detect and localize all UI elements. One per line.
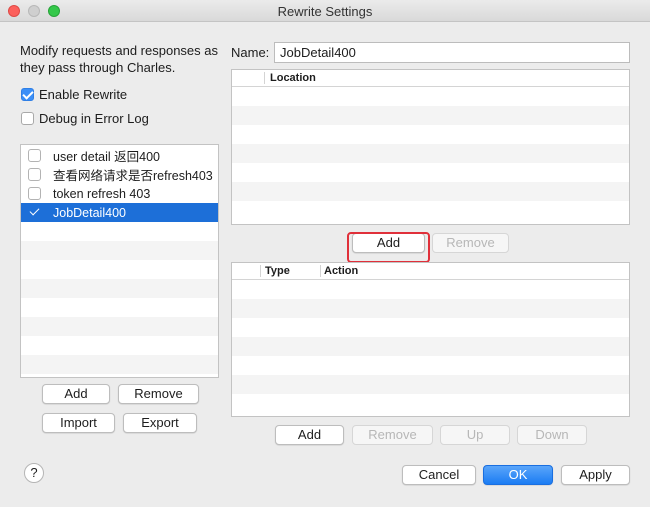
debug-log-option[interactable]: Debug in Error Log — [21, 111, 149, 126]
debug-log-label: Debug in Error Log — [39, 111, 149, 126]
rule-checkbox[interactable] — [28, 149, 41, 162]
list-item[interactable]: user detail 返回400 — [21, 146, 218, 165]
list-empty-row — [21, 222, 218, 241]
locations-table-header: Location — [232, 70, 629, 87]
import-button[interactable]: Import — [42, 413, 115, 433]
rule-checkbox[interactable] — [28, 187, 41, 200]
rule-label: user detail 返回400 — [53, 150, 161, 164]
list-item[interactable]: token refresh 403 — [21, 184, 218, 203]
rule-label: JobDetail400 — [53, 205, 126, 220]
description-text: Modify requests and responses as they pa… — [20, 43, 218, 75]
list-empty-row — [21, 355, 218, 374]
rule-checkbox[interactable] — [28, 206, 41, 219]
list-item[interactable]: 查看网络请求是否refresh403 — [21, 165, 218, 184]
help-button[interactable]: ? — [24, 463, 44, 483]
annotation-highlight-box — [347, 232, 430, 263]
list-empty-row — [21, 279, 218, 298]
rule-checkbox[interactable] — [28, 168, 41, 181]
cancel-button[interactable]: Cancel — [402, 465, 476, 485]
list-empty-row — [21, 298, 218, 317]
add-rule-button[interactable]: Add — [42, 384, 110, 404]
apply-button[interactable]: Apply — [561, 465, 630, 485]
move-up-button: Up — [440, 425, 510, 445]
enable-rewrite-option[interactable]: Enable Rewrite — [21, 87, 127, 102]
list-empty-row — [21, 317, 218, 336]
remove-action-button: Remove — [352, 425, 433, 445]
list-empty-row — [21, 241, 218, 260]
add-action-button[interactable]: Add — [275, 425, 344, 445]
move-down-button: Down — [517, 425, 587, 445]
list-item-selected[interactable]: JobDetail400 — [21, 203, 218, 222]
locations-table[interactable]: Location — [231, 69, 630, 225]
remove-location-button: Remove — [432, 233, 509, 253]
name-label: Name: — [231, 45, 270, 60]
name-input[interactable]: JobDetail400 — [274, 42, 630, 63]
enable-rewrite-label: Enable Rewrite — [39, 87, 128, 102]
rule-label: 查看网络请求是否refresh403 — [53, 169, 213, 183]
remove-rule-button[interactable]: Remove — [118, 384, 199, 404]
enable-rewrite-checkbox[interactable] — [21, 88, 34, 101]
window-title: Rewrite Settings — [277, 4, 373, 19]
action-column-header[interactable]: Action — [324, 265, 358, 277]
title-bar: Rewrite Settings — [0, 0, 650, 22]
rule-label: token refresh 403 — [53, 186, 151, 201]
debug-log-checkbox[interactable] — [21, 112, 34, 125]
rewrite-rules-list[interactable]: user detail 返回400 查看网络请求是否refresh403 tok… — [20, 144, 219, 378]
export-button[interactable]: Export — [123, 413, 197, 433]
list-empty-row — [21, 260, 218, 279]
rules-table-header: Type Action — [232, 263, 629, 280]
ok-button[interactable]: OK — [483, 465, 553, 485]
type-column-header[interactable]: Type — [265, 265, 290, 277]
rules-table[interactable]: Type Action — [231, 262, 630, 417]
location-column-header[interactable]: Location — [270, 72, 316, 84]
list-empty-row — [21, 336, 218, 355]
